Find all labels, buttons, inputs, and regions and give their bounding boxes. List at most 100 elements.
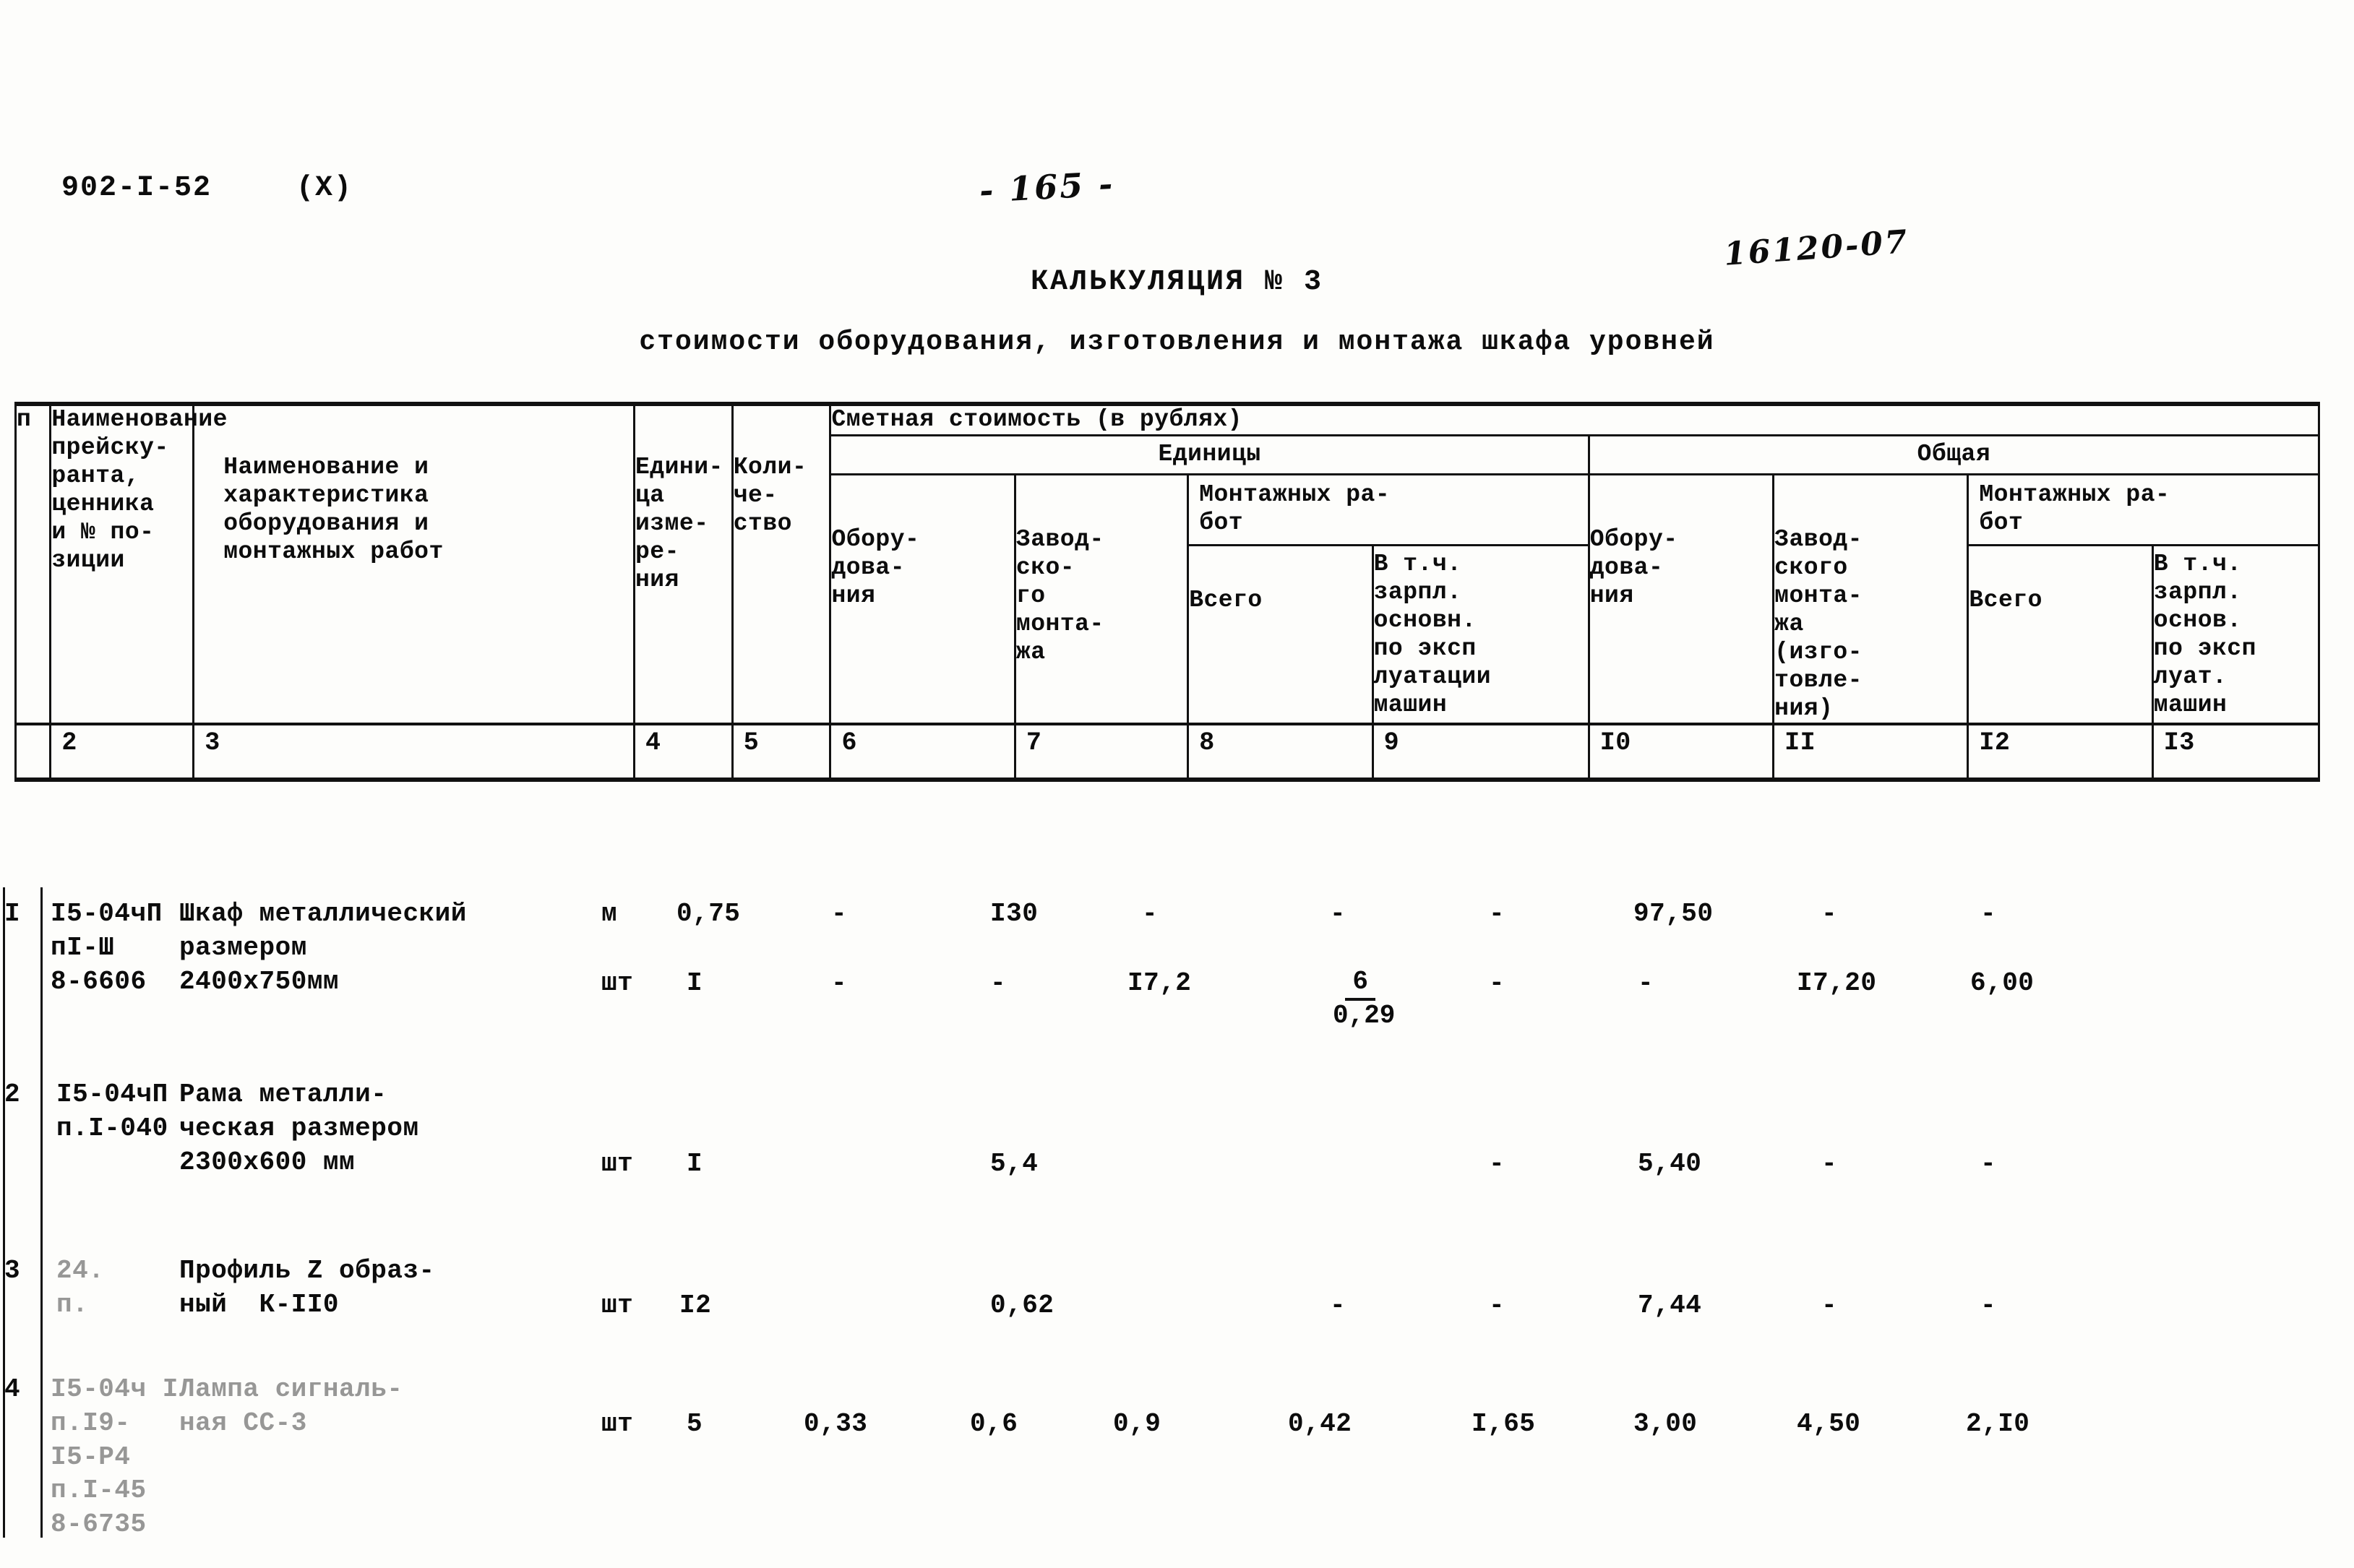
col-header-unit-equipment-text: Обору- дова- ния [831,525,920,609]
col-header-total-factory-assembly-text: Завод- ского монта- жа (изго- товле- ния… [1774,525,1863,722]
col-header-unit-equipment: Обору- дова- ния [829,473,1016,725]
row-c9-b-numerator: 6 [1345,967,1376,1001]
colnum-3: 3 [192,723,635,783]
colnum-6: 6 [829,723,1016,783]
document-variant: (X) [296,172,353,204]
colnum-9: 9 [1371,723,1590,783]
row-c11-b: - [1638,968,1654,998]
row-c11-a: 97,50 [1633,899,1714,929]
col-group-estimated-cost: Сметная стоимость (в рублях) [829,401,2320,436]
colnum-11: II [1772,723,1969,783]
row-index: 2 [4,1080,21,1109]
colnum-5: 5 [731,723,832,783]
col-header-description: Наименование и характеристика оборудован… [192,401,635,725]
row-c12: 4,50 [1797,1409,1861,1439]
col-header-unit-install-wages: В т.ч. зарпл. основн. по эксп луатации м… [1371,544,1590,725]
page-number: - 165 - [978,164,1116,210]
row-c6-a: - [831,899,848,929]
row-qty-b: I [687,968,703,998]
calculation-table: п Наименование прейску- ранта, ценника и… [14,401,2321,783]
col-header-index-text: п [17,406,32,433]
colnum-2: 2 [49,723,195,783]
row-c12-a: - [1821,899,1838,929]
row-unit: шт [601,1409,634,1439]
row-qty: I2 [679,1291,712,1320]
row-c10-b: - [1489,968,1505,998]
row-c13-b: 6,00 [1970,968,2035,998]
col-header-unit-install-total: Всего [1187,544,1374,725]
row-description: Профиль Z образ- ный К-II0 [179,1256,435,1319]
colnum-8: 8 [1187,723,1374,783]
row-price-ref: 24. п. [56,1256,105,1319]
col-header-total-install-wages: В т.ч. зарпл. основ. по эксп луат. машин [2151,544,2321,725]
col-header-unit-install-total-text: Всего [1189,587,1263,614]
row-price-ref: I5-04чП пI-Ш 8-6606 [51,899,163,996]
row-c12: - [1821,1291,1838,1320]
col-header-unit-factory-assembly: Завод- ско- го монта- жа [1013,473,1190,725]
row-index: I [4,899,21,929]
col-header-unit-install-wages-text: В т.ч. зарпл. основн. по эксп луатации м… [1373,551,1492,719]
table-body: I I5-04чП пI-Ш 8-6606 Шкаф металлический… [3,887,2320,1539]
row-description: Лампа сигналь- ная СС-3 [179,1374,403,1438]
col-header-total-install-total: Всего [1967,544,2154,725]
row-c8-b: I7,2 [1127,968,1192,998]
row-c7: 0,62 [990,1291,1054,1320]
row-c9-b-fraction: 6 0,29 [1326,967,1395,1030]
row-c12: - [1821,1149,1838,1179]
row-c9: 0,42 [1288,1409,1352,1439]
page-subtitle: стоимости оборудования, изготовления и м… [639,327,1715,358]
row-qty-a: 0,75 [676,899,741,929]
col-group-total-installation-text: Монтажных ра- бот [1979,481,2170,536]
colnum-12: I2 [1967,723,2154,783]
row-price-ref: I5-04ч I п.I9- I5-Р4 п.I-45 8-6735 [51,1374,179,1540]
col-header-unit-text: Едини- ца изме- ре- ния [635,454,723,593]
row-c11: 5,40 [1638,1149,1702,1179]
row-description: Рама металли- ческая размером 2300х600 м… [179,1080,419,1177]
document-page: 902-I-52 (X) - 165 - 16120-07 КАЛЬКУЛЯЦИ… [0,0,2354,1568]
row-qty: 5 [687,1409,703,1439]
row-c11: 3,00 [1633,1409,1698,1439]
colnum-4: 4 [632,723,734,783]
row-index: 3 [4,1256,21,1285]
row-c12-b: I7,20 [1797,968,1877,998]
row-c9-a: - [1330,899,1346,929]
col-group-total-text: Общая [1917,440,1991,468]
row-unit: шт [601,1291,634,1320]
row-qty: I [687,1149,703,1179]
row-c7: 5,4 [990,1149,1039,1179]
row-c6: 0,33 [804,1409,868,1439]
col-group-unit-installation-text: Монтажных ра- бот [1199,481,1391,536]
colnum-13: I3 [2151,723,2321,783]
col-header-description-text: Наименование и характеристика оборудован… [223,454,444,565]
row-c7-b: - [990,968,1007,998]
row-c8-a: - [1142,899,1159,929]
col-header-index: п [14,401,52,725]
col-header-unit-factory-assembly-text: Завод- ско- го монта- жа [1015,525,1104,665]
page-title: КАЛЬКУЛЯЦИЯ № 3 [1030,266,1324,298]
row-c10: - [1489,1291,1505,1320]
row-c13: - [1980,1291,1997,1320]
col-header-total-install-total-text: Всего [1969,587,2042,614]
col-group-total: Общая [1587,434,2321,475]
col-header-unit: Едини- ца изме- ре- ния [632,401,734,725]
row-unit-b: шт [601,968,634,998]
col-header-quantity-text: Коли- че- ство [733,454,807,537]
col-group-per-unit: Единицы [829,434,1590,475]
row-c9: - [1330,1291,1346,1320]
row-unit: шт [601,1149,634,1179]
col-group-total-installation: Монтажных ра- бот [1967,473,2320,547]
document-code: 902-I-52 [61,172,212,204]
row-c9-b-denominator: 0,29 [1333,1001,1396,1030]
col-group-unit-installation: Монтажных ра- бот [1187,473,1590,547]
row-description: Шкаф металлический размером 2400х750мм [179,899,467,996]
row-c7-a: I30 [990,899,1039,929]
colnum-10: I0 [1587,723,1775,783]
row-c13: - [1980,1149,1997,1179]
col-header-total-install-wages-text: В т.ч. зарпл. основ. по эксп луат. машин [2153,551,2256,719]
row-c10: I,65 [1472,1409,1536,1439]
table-outer-left-border [3,887,5,1538]
table-left-border [40,887,43,1538]
row-c11: 7,44 [1638,1291,1702,1320]
col-header-total-equipment: Обору- дова- ния [1587,473,1775,725]
col-header-price-ref-text: Наименование прейску- ранта, ценника и №… [51,406,228,574]
